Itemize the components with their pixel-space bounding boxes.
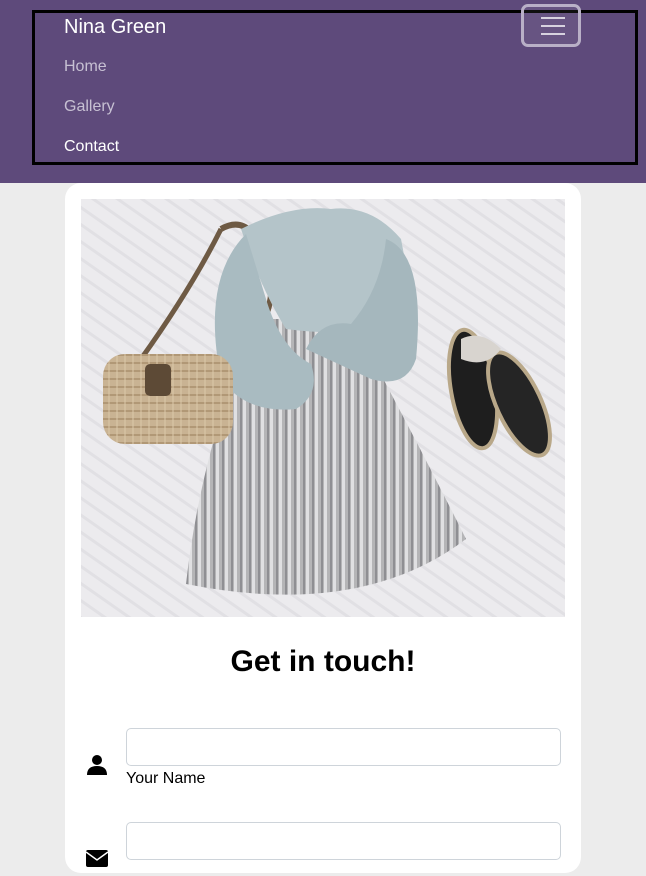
brand-link[interactable]: Nina Green — [64, 14, 166, 40]
contact-heading: Get in touch! — [230, 645, 416, 678]
outfit-flatlay-photo — [81, 199, 565, 617]
nav-link-contact[interactable]: Contact — [64, 137, 119, 157]
contact-card: Get in touch! Your Name — [65, 183, 581, 873]
menu-toggle-button[interactable] — [521, 4, 581, 47]
name-label: Your Name — [126, 770, 206, 787]
name-input[interactable] — [126, 728, 561, 766]
navbar: Nina Green Home Gallery Contact — [0, 0, 646, 183]
user-icon — [85, 753, 109, 777]
nav-link-gallery[interactable]: Gallery — [64, 97, 115, 117]
nav-link-home[interactable]: Home — [64, 57, 107, 77]
email-input[interactable] — [126, 822, 561, 860]
envelope-icon — [85, 847, 109, 871]
